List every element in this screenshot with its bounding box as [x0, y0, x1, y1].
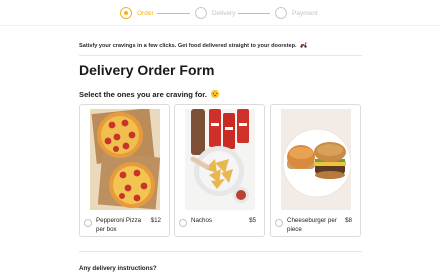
delivery-instructions-label: Any delivery instructions? [79, 265, 157, 272]
item-name: Nachos [191, 217, 212, 224]
yum-face-icon [211, 90, 219, 98]
item-price: $8 [345, 217, 352, 224]
scooter-icon [300, 42, 307, 48]
craving-question: Select the ones you are craving for. [79, 90, 219, 99]
step-order[interactable]: Order [120, 7, 154, 19]
nachos-photo-icon [185, 109, 255, 210]
step-order-label: Order [137, 9, 154, 17]
step-payment[interactable]: Payment [275, 7, 318, 19]
step-payment-label: Payment [292, 9, 318, 17]
section-divider [79, 55, 362, 56]
item-price: $5 [249, 217, 256, 224]
step-delivery[interactable]: Delivery [195, 7, 235, 19]
menu-item-card-nachos[interactable]: Nachos $5 [174, 104, 265, 237]
menu-item-card-pizza[interactable]: Pepperoni Pizza per box $12 [79, 104, 170, 237]
header-divider [0, 25, 440, 26]
intro-tagline-text: Satisfy your cravings in a few clicks. G… [79, 43, 297, 49]
item-price: $12 [150, 217, 161, 224]
step-delivery-indicator-icon [195, 7, 207, 19]
order-stepper: Order Delivery Payment [120, 7, 320, 21]
burger-photo-icon [281, 109, 351, 210]
page-title: Delivery Order Form [79, 62, 215, 78]
step-delivery-label: Delivery [212, 9, 236, 17]
intro-tagline: Satisfy your cravings in a few clicks. G… [79, 42, 307, 49]
step-connector [238, 13, 270, 14]
menu-item-details: Nachos $5 [179, 216, 260, 236]
pizza-photo-icon [90, 109, 160, 210]
item-name: Pepperoni Pizza per box [96, 217, 142, 233]
menu-item-card-cheeseburger[interactable]: Cheeseburger per piece $8 [270, 104, 361, 237]
step-payment-indicator-icon [275, 7, 287, 19]
item-select-radio[interactable] [84, 219, 92, 227]
section-divider [79, 251, 362, 252]
step-connector [157, 13, 190, 14]
craving-question-text: Select the ones you are craving for. [79, 90, 207, 99]
step-order-indicator-icon [120, 7, 132, 19]
menu-item-details: Pepperoni Pizza per box $12 [84, 216, 165, 236]
item-select-radio[interactable] [179, 219, 187, 227]
item-select-radio[interactable] [275, 219, 283, 227]
menu-item-details: Cheeseburger per piece $8 [275, 216, 356, 236]
item-name: Cheeseburger per piece [287, 217, 337, 233]
